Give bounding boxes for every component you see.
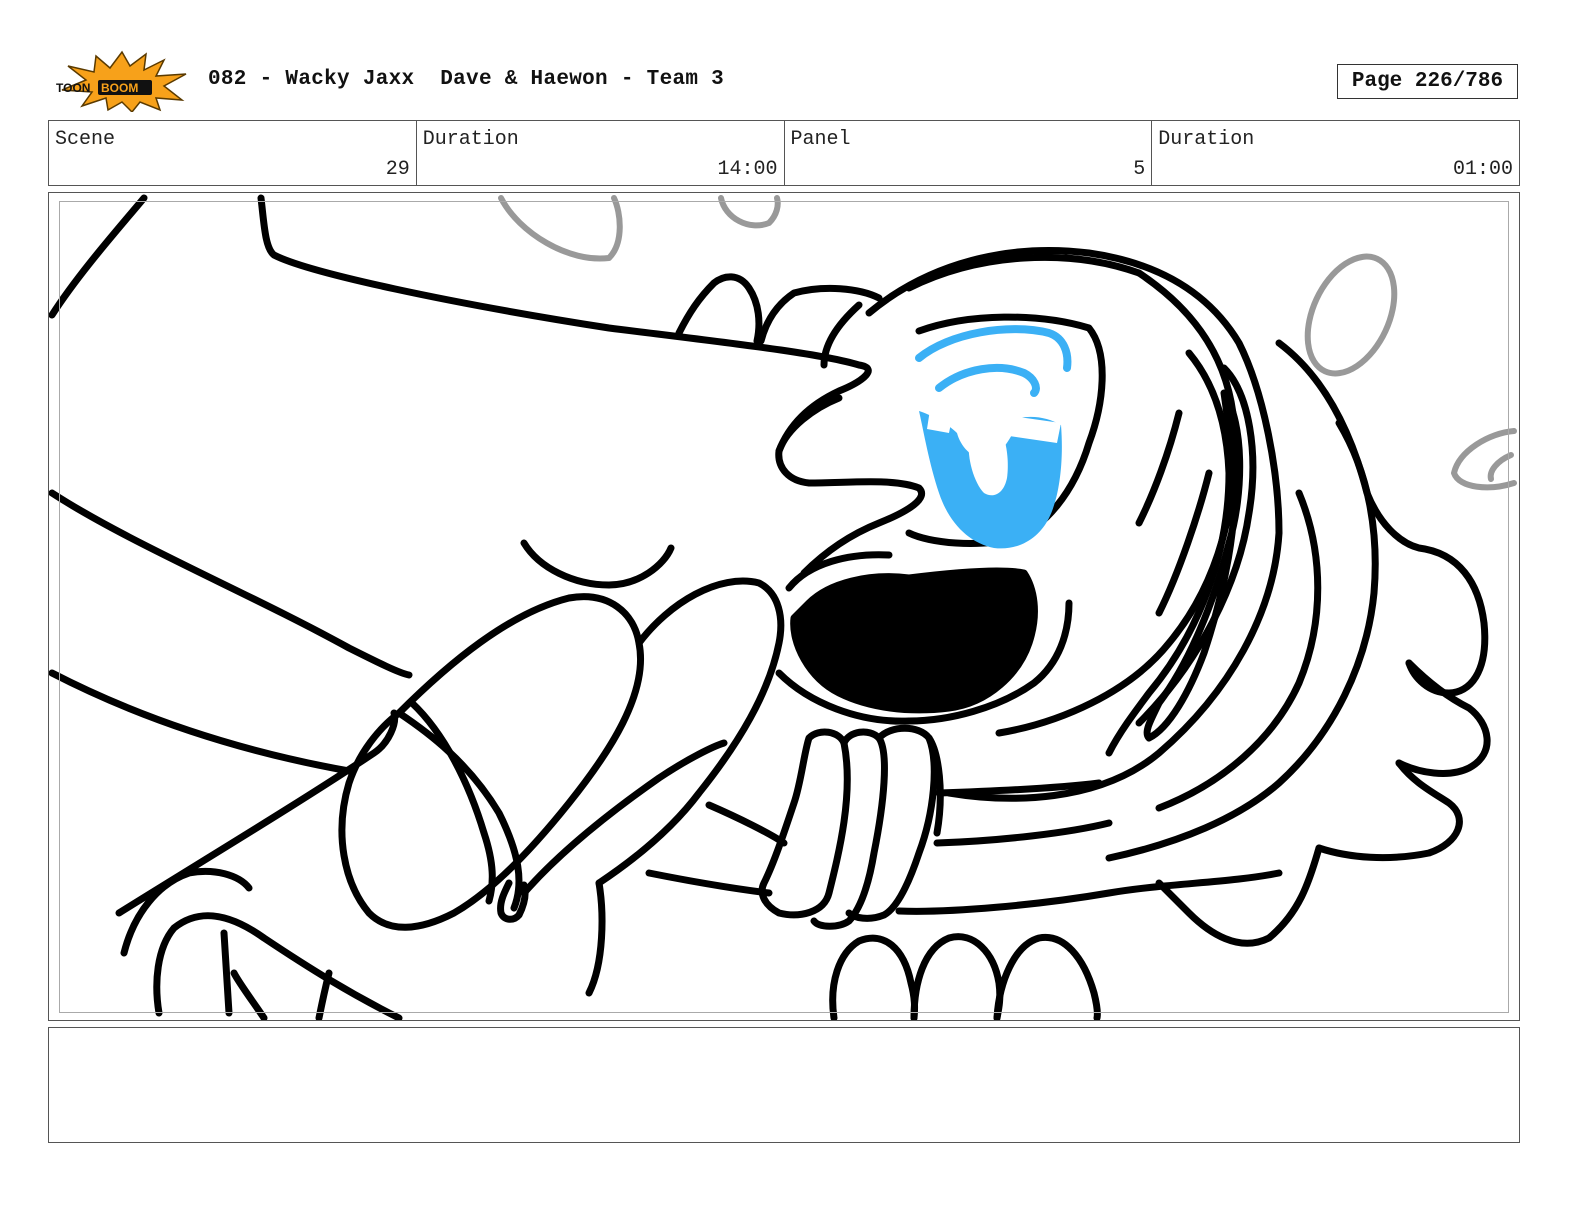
scene-label: Scene: [55, 128, 116, 151]
scene-duration-value: 14:00: [717, 158, 778, 181]
scene-info-table: Scene 29 Duration 14:00 Panel 5 Duration…: [48, 120, 1520, 186]
scene-value: 29: [385, 158, 410, 181]
panel-duration-label: Duration: [1158, 128, 1255, 151]
character-eye: [915, 325, 1072, 549]
panel-duration-cell: Duration 01:00: [1152, 121, 1519, 185]
scene-duration-cell: Duration 14:00: [417, 121, 785, 185]
page-indicator: Page 226/786: [1337, 64, 1518, 99]
panel-duration-value: 01:00: [1452, 158, 1513, 181]
svg-text:TOON: TOON: [56, 81, 90, 95]
page-header: TOON BOOM 082 - Wacky Jaxx Dave & Haewon…: [0, 0, 1582, 118]
scene-duration-label: Duration: [422, 128, 519, 151]
storyboard-title: 082 - Wacky Jaxx Dave & Haewon - Team 3: [208, 68, 725, 91]
storyboard-panel: [48, 192, 1520, 1021]
panel-value: 5: [1133, 158, 1146, 181]
page-number-label: Page 226/786: [1351, 70, 1504, 93]
toonboom-logo: TOON BOOM: [56, 50, 187, 112]
svg-text:BOOM: BOOM: [101, 81, 138, 95]
panel-cell: Panel 5: [785, 121, 1153, 185]
dialogue-notes-box: [48, 1027, 1520, 1143]
panel-label: Panel: [790, 128, 851, 151]
scene-cell: Scene 29: [49, 121, 417, 185]
panel-drawing: [49, 194, 1517, 1020]
